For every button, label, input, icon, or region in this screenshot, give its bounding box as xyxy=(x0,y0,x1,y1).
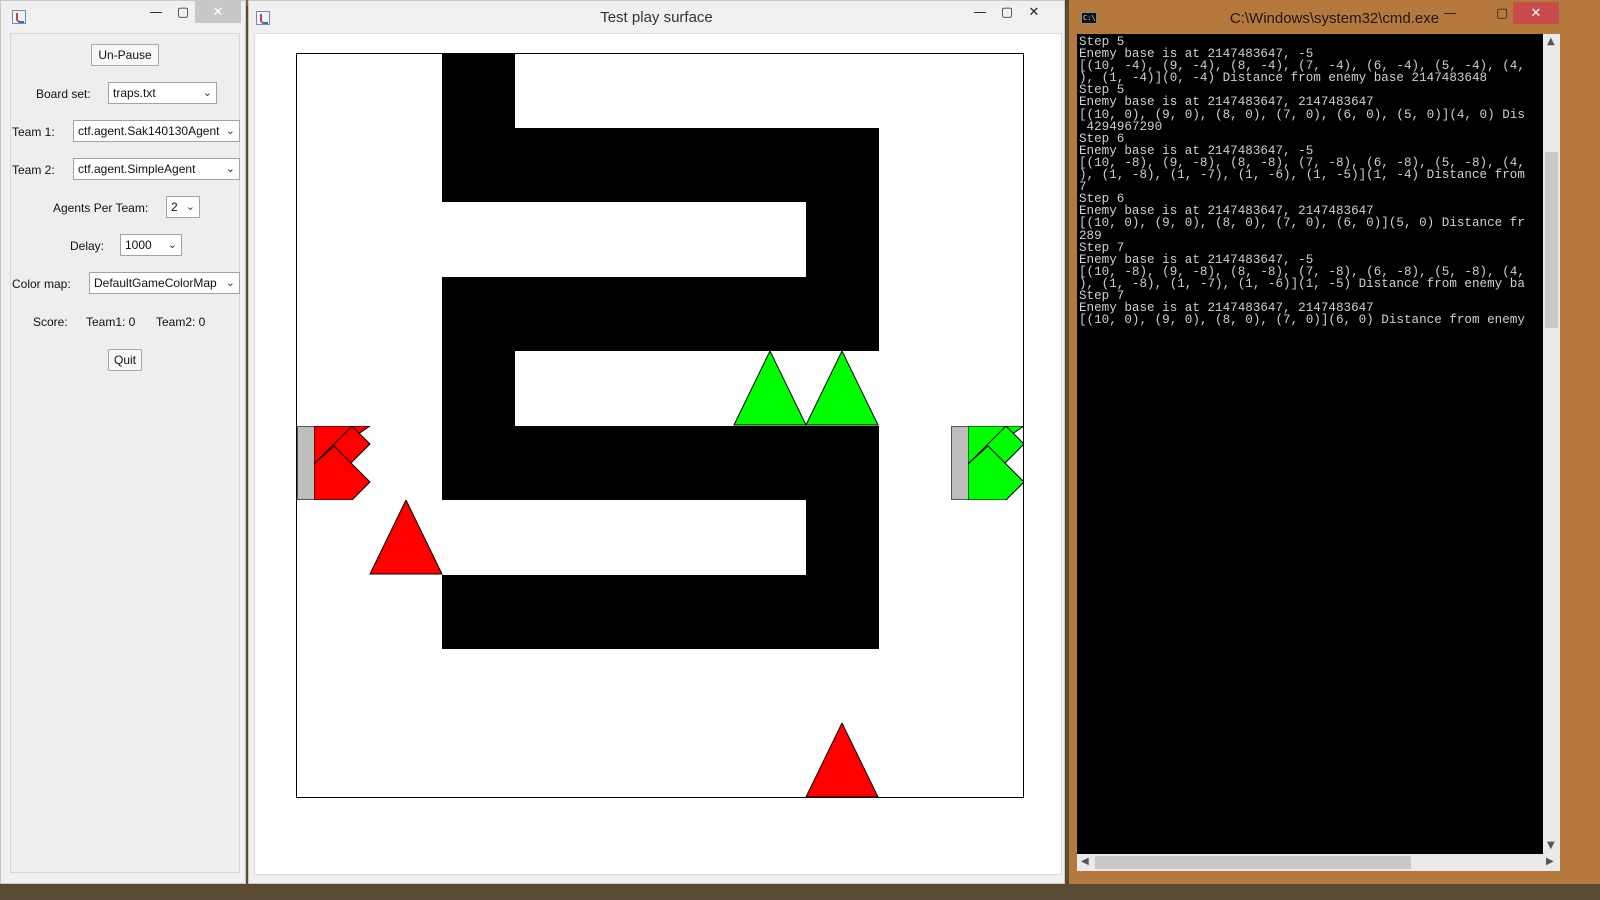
score-label: Score: xyxy=(33,315,68,329)
game-window: Test play surface — ▢ ✕ xyxy=(248,0,1065,884)
maximize-button[interactable]: ▢ xyxy=(992,1,1022,23)
console-line: ), (1, -8), (1, -7), (1, -6)](1, -5) Dis… xyxy=(1079,276,1525,291)
game-surface xyxy=(254,33,1062,875)
minimize-button[interactable]: — xyxy=(1435,2,1465,24)
team2-score: Team2: 0 xyxy=(156,315,206,329)
team1-label: Team 1: xyxy=(12,125,55,139)
scroll-right-icon[interactable]: ▶ xyxy=(1546,856,1554,867)
control-panel-window: — ▢ ✕ Un-Pause Board set: traps.txt ⌄ Te… xyxy=(0,0,246,884)
team2-label: Team 2: xyxy=(12,163,55,177)
team1-value: ctf.agent.Sak140130Agent xyxy=(78,124,220,138)
scroll-down-icon[interactable]: ▼ xyxy=(1547,840,1555,851)
console-line: Step 7 xyxy=(1079,240,1125,255)
scroll-up-icon[interactable]: ▲ xyxy=(1547,36,1555,47)
team1-agent xyxy=(369,500,443,575)
team1-agent xyxy=(805,723,879,797)
console-line: ), (1, -8), (1, -7), (1, -6), (1, -5)](1… xyxy=(1079,168,1525,183)
chevron-down-icon: ⌄ xyxy=(225,276,235,289)
minimize-button[interactable]: — xyxy=(141,1,171,23)
chevron-down-icon: ⌄ xyxy=(225,124,235,137)
agents-per-team-label: Agents Per Team: xyxy=(53,201,149,215)
console-line: 4294967290 xyxy=(1079,119,1163,134)
team2-flag-icon xyxy=(968,426,1023,500)
console-line: Enemy base is at 2147483647, 2147483647 xyxy=(1079,95,1374,110)
team2-value: ctf.agent.SimpleAgent xyxy=(78,162,196,176)
console-line: 7 xyxy=(1079,180,1087,195)
team1-select[interactable]: ctf.agent.Sak140130Agent ⌄ xyxy=(73,120,240,142)
chevron-down-icon: ⌄ xyxy=(225,162,235,175)
color-map-label: Color map: xyxy=(12,277,71,291)
vertical-scrollbar[interactable]: ▲ ▼ xyxy=(1543,34,1560,854)
console-window: C:\ C:\Windows\system32\cmd.exe — ▢ ✕ St… xyxy=(1069,0,1600,884)
console-line: Enemy base is at 2147483647, -5 xyxy=(1079,252,1314,267)
board-set-value: traps.txt xyxy=(113,86,156,100)
minimize-button[interactable]: — xyxy=(965,1,995,23)
console-line: [(10, 0), (9, 0), (8, 0), (7, 0)](6, 0) … xyxy=(1079,313,1525,327)
close-button[interactable]: ✕ xyxy=(1019,1,1049,23)
horizontal-scroll-thumb[interactable] xyxy=(1095,856,1411,869)
team2-select[interactable]: ctf.agent.SimpleAgent ⌄ xyxy=(73,158,240,180)
vertical-scroll-thumb[interactable] xyxy=(1545,152,1558,328)
pause-button[interactable]: Un-Pause xyxy=(91,44,159,66)
control-panel-body: Un-Pause Board set: traps.txt ⌄ Team 1: … xyxy=(10,33,240,873)
board-set-select[interactable]: traps.txt ⌄ xyxy=(108,82,217,104)
agents-per-team-value: 2 xyxy=(171,200,178,214)
console-line: ), (1, -4)](0, -4) Distance from enemy b… xyxy=(1079,71,1488,86)
maximize-button[interactable]: ▢ xyxy=(168,1,198,23)
wall-segment xyxy=(442,575,879,649)
color-map-value: DefaultGameColorMap xyxy=(94,276,217,290)
game-window-title: Test play surface xyxy=(600,9,713,26)
team1-base-post xyxy=(297,426,315,500)
delay-value: 1000 xyxy=(125,238,152,252)
game-board[interactable] xyxy=(296,53,1024,798)
close-button[interactable]: ✕ xyxy=(1513,2,1559,24)
agents-per-team-select[interactable]: 2 ⌄ xyxy=(166,196,200,218)
team2-agent xyxy=(805,351,879,426)
chevron-down-icon: ⌄ xyxy=(202,86,212,99)
chevron-down-icon: ⌄ xyxy=(167,238,177,251)
delay-label: Delay: xyxy=(70,239,105,253)
team1-score: Team1: 0 xyxy=(86,315,136,329)
color-map-select[interactable]: DefaultGameColorMap ⌄ xyxy=(89,272,240,294)
quit-button[interactable]: Quit xyxy=(108,349,142,371)
horizontal-scrollbar[interactable]: ◀ ▶ xyxy=(1077,854,1560,871)
console-output[interactable]: Step 5 Enemy base is at 2147483647, -5 [(1… xyxy=(1077,34,1543,854)
close-button[interactable]: ✕ xyxy=(195,1,241,23)
console-text: Step 5 Enemy base is at 2147483647, -5 [(1… xyxy=(1079,36,1543,326)
console-line: 289 xyxy=(1079,228,1102,243)
java-app-icon xyxy=(12,10,26,24)
team2-agent xyxy=(733,351,807,426)
board-set-label: Board set: xyxy=(36,87,91,101)
chevron-down-icon: ⌄ xyxy=(185,200,195,213)
scroll-left-icon[interactable]: ◀ xyxy=(1081,856,1089,867)
delay-select[interactable]: 1000 ⌄ xyxy=(120,234,182,256)
team2-base-post xyxy=(951,426,969,500)
team1-flag-icon xyxy=(314,426,371,500)
console-line: [(10, 0), (9, 0), (8, 0), (7, 0), (6, 0)… xyxy=(1079,216,1525,231)
console-line: [(10, 0), (9, 0), (8, 0), (7, 0), (6, 0)… xyxy=(1079,107,1525,122)
